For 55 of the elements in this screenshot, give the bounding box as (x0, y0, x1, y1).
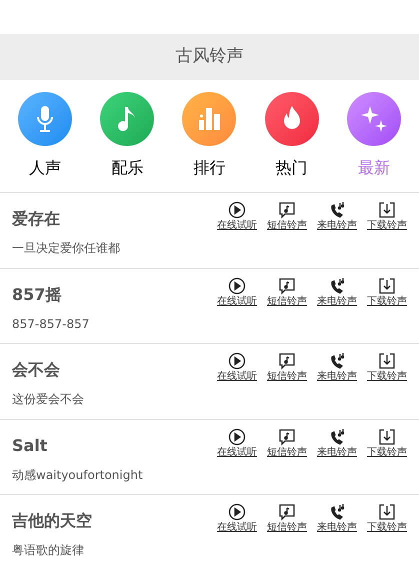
ringtone-action-button[interactable]: 来电铃声 (313, 503, 361, 533)
song-title[interactable]: 吉他的天空 (12, 509, 213, 533)
ringtone-action-button[interactable]: 来电铃声 (313, 201, 361, 231)
ringtone-action-button[interactable]: 短信铃声 (263, 276, 311, 306)
ringtone-action-button[interactable]: 来电铃声 (313, 428, 361, 458)
ringtone-action-button[interactable]: 来电铃声 (313, 276, 361, 306)
ringtone-action-button[interactable]: 下载铃声 (363, 201, 411, 231)
page-title: 古风铃声 (176, 45, 244, 68)
song-subtitle: 857-857-857 (12, 316, 90, 332)
song-subtitle: 一旦决定爱你任谁都 (12, 240, 121, 257)
download-icon (378, 428, 396, 446)
ringtone-action-button[interactable]: 在线试听 (213, 503, 261, 533)
ringtone-action-button[interactable]: 在线试听 (213, 201, 261, 231)
message-note-icon (278, 276, 296, 294)
ringtone-action-button[interactable]: 下载铃声 (363, 428, 411, 458)
song-title[interactable]: Salt (12, 434, 213, 458)
phone-note-icon (328, 428, 346, 446)
play-icon (228, 503, 246, 521)
song-subtitle: 动感waityoufortonight (12, 466, 144, 484)
category-label[interactable]: 热门 (276, 156, 308, 180)
play-icon (228, 201, 246, 219)
phone-note-icon (328, 201, 346, 219)
ringtone-action-button[interactable]: 短信铃声 (263, 201, 311, 231)
ringtone-action-button[interactable]: 来电铃声 (313, 352, 361, 382)
phone-note-icon (328, 276, 346, 294)
message-note-icon (278, 503, 296, 521)
download-icon (378, 352, 396, 370)
category-label[interactable]: 人声 (29, 156, 62, 180)
message-note-icon (278, 352, 296, 370)
download-icon (378, 276, 396, 294)
play-icon (228, 276, 246, 294)
play-icon (228, 352, 246, 370)
download-icon (378, 503, 396, 521)
song-subtitle: 粤语歌的旋律 (12, 542, 85, 559)
ringtone-action-button[interactable]: 下载铃声 (363, 352, 411, 382)
message-note-icon (278, 428, 296, 446)
message-note-icon (278, 201, 296, 219)
ringtone-action-button[interactable]: 下载铃声 (363, 276, 411, 306)
phone-note-icon (328, 352, 346, 370)
song-title[interactable]: 857摇 (12, 282, 213, 306)
play-icon (228, 428, 246, 446)
ringtone-action-button[interactable]: 下载铃声 (363, 503, 411, 533)
ringtone-action-button[interactable]: 在线试听 (213, 276, 261, 306)
ringtone-action-button[interactable]: 短信铃声 (263, 503, 311, 533)
category-label[interactable]: 排行 (193, 156, 226, 180)
download-icon (378, 201, 396, 219)
song-subtitle: 这份爱会不会 (12, 391, 85, 408)
song-title[interactable]: 爱存在 (12, 207, 213, 231)
ringtone-action-button[interactable]: 短信铃声 (263, 352, 311, 382)
ringtone-action-button[interactable]: 短信铃声 (263, 428, 311, 458)
category-label[interactable]: 配乐 (111, 156, 144, 180)
ringtone-action-button[interactable]: 在线试听 (213, 428, 261, 458)
ringtone-action-button[interactable]: 在线试听 (213, 352, 261, 382)
phone-note-icon (328, 503, 346, 521)
song-title[interactable]: 会不会 (12, 358, 213, 382)
